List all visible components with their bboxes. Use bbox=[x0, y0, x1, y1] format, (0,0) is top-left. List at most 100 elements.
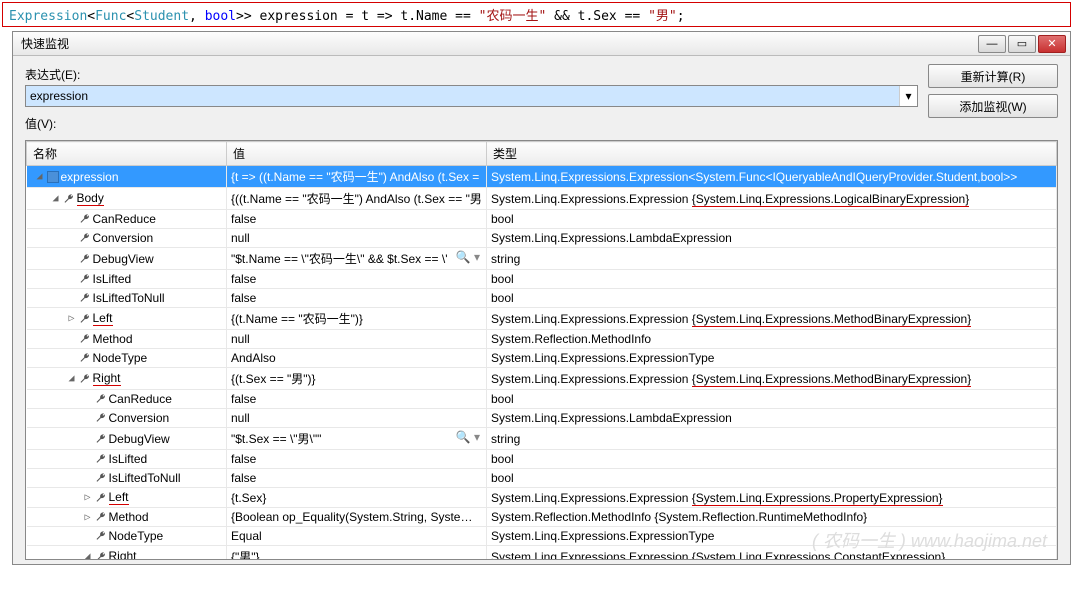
prop-name: Body bbox=[77, 191, 104, 206]
prop-name: Left bbox=[109, 490, 129, 505]
dropdown-icon[interactable]: ▾ bbox=[899, 86, 917, 106]
table-row[interactable]: DebugView 🔍 ▾"$t.Name == \"农码一生\" && $t.S… bbox=[27, 248, 1057, 270]
table-row[interactable]: IsLiftedToNullfalsebool bbox=[27, 289, 1057, 308]
prop-value: false bbox=[227, 450, 487, 469]
prop-type: System.Linq.Expressions.ExpressionType bbox=[487, 527, 1057, 546]
prop-type: System.Linq.Expressions.Expression {Syst… bbox=[487, 488, 1057, 508]
prop-name: Method bbox=[109, 510, 149, 524]
table-row[interactable]: DebugView 🔍 ▾"$t.Sex == \"男\""string bbox=[27, 428, 1057, 450]
maximize-button[interactable]: ▭ bbox=[1008, 35, 1036, 53]
expand-icon[interactable]: ▷ bbox=[83, 512, 93, 523]
prop-name: Conversion bbox=[93, 231, 154, 245]
prop-value: {Boolean op_Equality(System.String, Syst… bbox=[227, 508, 487, 527]
prop-type: System.Linq.Expressions.Expression {Syst… bbox=[487, 546, 1057, 561]
watch-grid[interactable]: 名称 值 类型 ◢expression{t => ((t.Name == "农码… bbox=[25, 140, 1058, 560]
table-row[interactable]: NodeType AndAlsoSystem.Linq.Expressions.E… bbox=[27, 349, 1057, 368]
table-row[interactable]: Conversion nullSystem.Linq.Expressions.La… bbox=[27, 229, 1057, 248]
object-icon bbox=[47, 171, 59, 183]
prop-value: 🔍 ▾"$t.Name == \"农码一生\" && $t.Sex == \' bbox=[227, 248, 487, 270]
table-row[interactable]: IsLiftedfalsebool bbox=[27, 450, 1057, 469]
expand-icon[interactable]: ▷ bbox=[83, 492, 93, 503]
table-row[interactable]: IsLifted falsebool bbox=[27, 270, 1057, 289]
prop-type: System.Linq.Expressions.Expression {Syst… bbox=[487, 308, 1057, 330]
table-row[interactable]: ◢Right{"男"}System.Linq.Expressions.Expre… bbox=[27, 546, 1057, 561]
prop-type: System.Linq.Expressions.LambdaExpression bbox=[487, 229, 1057, 248]
table-row[interactable]: Method nullSystem.Reflection.MethodInfo bbox=[27, 330, 1057, 349]
prop-name: NodeType bbox=[93, 351, 148, 365]
prop-value: null bbox=[227, 229, 487, 248]
prop-type: System.Reflection.MethodInfo {System.Ref… bbox=[487, 508, 1057, 527]
minimize-button[interactable]: — bbox=[978, 35, 1006, 53]
prop-type: System.Linq.Expressions.Expression {Syst… bbox=[487, 188, 1057, 210]
expand-icon[interactable]: ◢ bbox=[51, 193, 61, 204]
titlebar[interactable]: 快速监视 — ▭ ✕ bbox=[13, 32, 1070, 56]
add-watch-button[interactable]: 添加监视(W) bbox=[928, 94, 1058, 118]
expand-icon[interactable]: ◢ bbox=[83, 551, 93, 560]
prop-type: bool bbox=[487, 210, 1057, 229]
prop-value: 🔍 ▾"$t.Sex == \"男\"" bbox=[227, 428, 487, 450]
prop-name: DebugView bbox=[109, 432, 170, 446]
prop-value: false bbox=[227, 469, 487, 488]
table-row[interactable]: Conversion nullSystem.Linq.Expressions.La… bbox=[27, 409, 1057, 428]
visualizer-icon[interactable]: 🔍 ▾ bbox=[456, 430, 482, 444]
code-line: Expression<Func<Student, bool>> expressi… bbox=[2, 2, 1071, 27]
prop-name: Right bbox=[93, 371, 121, 386]
prop-type: bool bbox=[487, 270, 1057, 289]
prop-value: false bbox=[227, 390, 487, 409]
prop-type: System.Reflection.MethodInfo bbox=[487, 330, 1057, 349]
prop-type: System.Linq.Expressions.LambdaExpression bbox=[487, 409, 1057, 428]
prop-name: CanReduce bbox=[93, 212, 156, 226]
prop-value: {((t.Name == "农码一生") AndAlso (t.Sex == "… bbox=[227, 188, 487, 210]
prop-name: Method bbox=[93, 332, 133, 346]
expand-icon[interactable]: ◢ bbox=[35, 171, 45, 182]
table-row[interactable]: ▷ Left {t.Sex}System.Linq.Expressions.Expr… bbox=[27, 488, 1057, 508]
expand-icon[interactable]: ◢ bbox=[67, 373, 77, 384]
prop-value: {"男"} bbox=[227, 546, 487, 561]
prop-name: DebugView bbox=[93, 252, 154, 266]
expression-combo[interactable]: ▾ bbox=[25, 85, 918, 107]
prop-name: IsLifted bbox=[93, 272, 132, 286]
prop-value: {t.Sex} bbox=[227, 488, 487, 508]
prop-type: System.Linq.Expressions.ExpressionType bbox=[487, 349, 1057, 368]
prop-value: false bbox=[227, 210, 487, 229]
table-row[interactable]: CanReduce falsebool bbox=[27, 210, 1057, 229]
prop-value: {t => ((t.Name == "农码一生") AndAlso (t.Sex… bbox=[227, 166, 487, 188]
prop-value: AndAlso bbox=[227, 349, 487, 368]
table-row[interactable]: NodeTypeEqualSystem.Linq.Expressions.Exp… bbox=[27, 527, 1057, 546]
prop-value: null bbox=[227, 330, 487, 349]
prop-type: string bbox=[487, 248, 1057, 270]
prop-name: expression bbox=[61, 170, 119, 184]
prop-value: false bbox=[227, 270, 487, 289]
prop-name: CanReduce bbox=[109, 392, 172, 406]
prop-type: string bbox=[487, 428, 1057, 450]
table-row[interactable]: CanReducefalsebool bbox=[27, 390, 1057, 409]
prop-type: bool bbox=[487, 289, 1057, 308]
col-name[interactable]: 名称 bbox=[27, 142, 227, 166]
prop-value: {(t.Sex == "男")} bbox=[227, 368, 487, 390]
close-button[interactable]: ✕ bbox=[1038, 35, 1066, 53]
prop-name: IsLiftedToNull bbox=[93, 291, 165, 305]
table-row[interactable]: ▷ Method {Boolean op_Equality(System.Strin… bbox=[27, 508, 1057, 527]
table-row[interactable]: ◢ Right {(t.Sex == "男")}System.Linq.Expres… bbox=[27, 368, 1057, 390]
table-row[interactable]: ▷Left{(t.Name == "农码一生")}System.Linq.Exp… bbox=[27, 308, 1057, 330]
prop-value: {(t.Name == "农码一生")} bbox=[227, 308, 487, 330]
col-value[interactable]: 值 bbox=[227, 142, 487, 166]
prop-name: NodeType bbox=[109, 529, 164, 543]
value-label: 值(V): bbox=[25, 115, 918, 132]
table-row[interactable]: ◢ Body {((t.Name == "农码一生") AndAlso (t.Sex… bbox=[27, 188, 1057, 210]
prop-type: System.Linq.Expressions.Expression {Syst… bbox=[487, 368, 1057, 390]
expression-input[interactable] bbox=[26, 86, 899, 106]
prop-type: System.Linq.Expressions.Expression<Syste… bbox=[487, 166, 1057, 188]
col-type[interactable]: 类型 bbox=[487, 142, 1057, 166]
visualizer-icon[interactable]: 🔍 ▾ bbox=[456, 250, 482, 264]
expression-label: 表达式(E): bbox=[25, 66, 918, 83]
prop-name: Conversion bbox=[109, 411, 170, 425]
prop-value: null bbox=[227, 409, 487, 428]
quickwatch-window: 快速监视 — ▭ ✕ 表达式(E): ▾ 值(V): 重新计算(R) 添加监视(… bbox=[12, 31, 1071, 565]
expand-icon[interactable]: ▷ bbox=[67, 313, 77, 324]
prop-type: bool bbox=[487, 469, 1057, 488]
recalculate-button[interactable]: 重新计算(R) bbox=[928, 64, 1058, 88]
table-row[interactable]: ◢ expression {t => ((t.Name == "农码一生") And… bbox=[27, 166, 1057, 188]
prop-name: IsLiftedToNull bbox=[109, 471, 181, 485]
table-row[interactable]: IsLiftedToNull falsebool bbox=[27, 469, 1057, 488]
